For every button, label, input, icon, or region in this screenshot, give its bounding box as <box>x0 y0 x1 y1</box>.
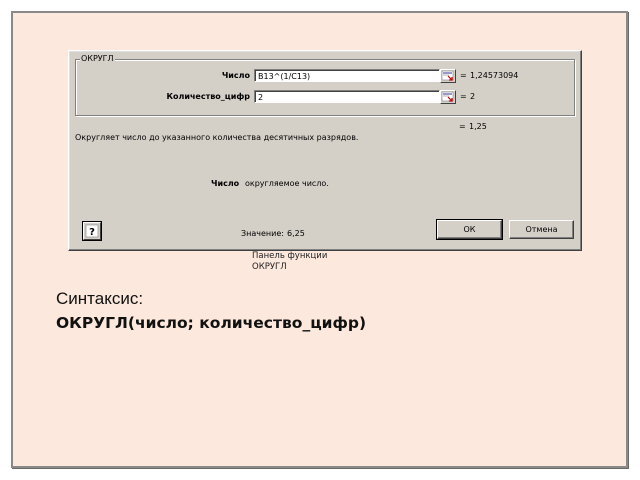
formula-result: 1,25 <box>469 122 487 131</box>
arg-input-num-digits[interactable]: 2 <box>254 90 440 103</box>
function-group-title: ОКРУГЛ <box>80 53 115 64</box>
arg-help-text: округляемое число. <box>245 179 329 188</box>
syntax-heading: Синтаксис: <box>56 289 144 308</box>
help-symbol: ? <box>89 227 95 238</box>
help-button[interactable]: ? <box>82 221 102 241</box>
value-display: 6,25 <box>287 229 305 238</box>
value-label: Значение: <box>241 229 284 238</box>
ok-button[interactable]: ОК <box>436 219 503 240</box>
arg-input-number[interactable]: B13^(1/C13) <box>254 69 440 82</box>
caption-line-1: Панель функции <box>252 251 328 261</box>
syntax-formula: ОКРУГЛ(число; количество_цифр) <box>56 314 367 332</box>
help-icon: ? <box>85 224 99 238</box>
cancel-button[interactable]: Отмена <box>509 220 574 239</box>
collapse-dialog-button-num-digits[interactable] <box>440 90 456 104</box>
collapse-dialog-icon <box>441 91 454 102</box>
arg-label-number: Число <box>221 71 250 80</box>
arg-result-num-digits: 2 <box>470 92 476 101</box>
arg-help-name: Число <box>211 179 240 188</box>
equals-sign: = <box>460 71 467 80</box>
arg-result-number: 1,24573094 <box>470 71 519 80</box>
equals-sign: = <box>460 92 467 101</box>
equals-sign: = <box>459 122 466 131</box>
collapse-dialog-icon <box>441 70 454 81</box>
collapse-dialog-button-number[interactable] <box>440 69 456 83</box>
arg-label-num-digits: Количество_цифр <box>166 92 250 101</box>
caption-line-2: ОКРУГЛ <box>252 262 287 272</box>
dialog-caption: Панель функции ОКРУГЛ <box>252 251 327 273</box>
function-arguments-dialog: ОКРУГЛ Число B13^(1/C13) = 1,24573094 Ко… <box>68 50 582 251</box>
function-description: Округляет число до указанного количества… <box>75 133 359 142</box>
function-groupbox: ОКРУГЛ Число B13^(1/C13) = 1,24573094 Ко… <box>75 53 575 116</box>
